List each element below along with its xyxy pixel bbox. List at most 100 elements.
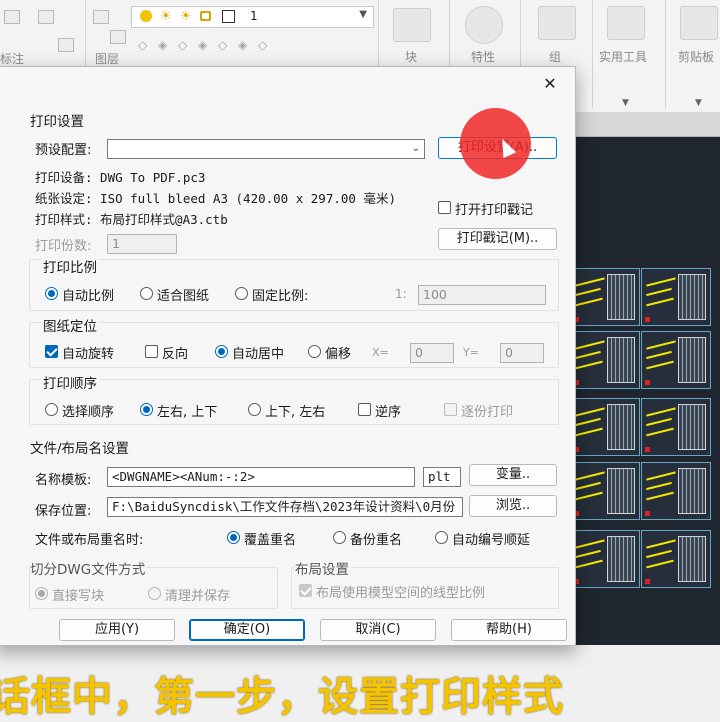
auto-center-radio[interactable] — [215, 345, 228, 358]
layout-thumbnail — [570, 398, 640, 456]
layer-state-icon[interactable] — [110, 30, 126, 44]
offset-y-label: Y= — [463, 346, 479, 359]
layer-tool-icon[interactable]: ◇ — [218, 38, 227, 52]
layout-thumbnail — [641, 530, 711, 588]
ribbon-panel-layer[interactable]: 图层 — [95, 50, 119, 67]
scale-ratio-input[interactable]: 100 — [418, 285, 546, 305]
layer-color-swatch — [222, 10, 235, 23]
click-highlight-marker — [460, 108, 531, 179]
preset-label: 预设配置: — [35, 143, 92, 158]
order-title: 打印顺序 — [41, 372, 99, 392]
collate-checkbox[interactable] — [444, 403, 457, 416]
overwrite-label: 覆盖重名 — [244, 533, 297, 548]
left-right-top-bottom-label: 左右, 上下 — [157, 405, 218, 420]
print-settings-title: 打印设置 — [30, 114, 84, 130]
ribbon-panel-utilities[interactable]: 实用工具 — [599, 48, 647, 65]
layer-freeze-icon: ☀ — [160, 9, 172, 24]
write-block-label: 直接写块 — [52, 589, 105, 604]
name-template-input[interactable]: <DWGNAME><ANum:-:2> — [107, 467, 415, 487]
chevron-down-icon: ⌄ — [411, 143, 420, 154]
layer-tool-icon[interactable]: ◈ — [198, 38, 207, 52]
extension-input[interactable]: plt — [423, 467, 461, 487]
auto-rotate-checkbox[interactable] — [45, 345, 58, 358]
calculator-icon[interactable] — [607, 6, 645, 40]
layer-tool-icon[interactable]: ◇ — [178, 38, 187, 52]
overwrite-radio[interactable] — [227, 531, 240, 544]
write-block-radio[interactable] — [35, 587, 48, 600]
reverse-checkbox[interactable] — [145, 345, 158, 358]
browse-button[interactable]: 浏览.. — [469, 495, 557, 517]
layer-tool-icon[interactable]: ◇ — [138, 38, 147, 52]
variable-button[interactable]: 变量.. — [469, 464, 557, 486]
cut-title: 切分DWG文件方式 — [30, 558, 148, 578]
block-icon[interactable] — [393, 8, 431, 42]
print-device-line: 打印设备: DWG To PDF.pc3 — [35, 170, 206, 185]
reverse-order-label: 逆序 — [375, 405, 402, 420]
copies-input[interactable]: 1 — [107, 234, 177, 254]
offset-y-input[interactable]: 0 — [500, 343, 544, 363]
auto-scale-radio[interactable] — [45, 287, 58, 300]
dialog-title-bar — [0, 67, 575, 101]
preset-combo[interactable]: ⌄ — [107, 139, 425, 159]
fit-paper-radio[interactable] — [140, 287, 153, 300]
properties-icon[interactable] — [465, 6, 503, 44]
offset-label: 偏移 — [325, 347, 352, 362]
clean-save-label: 清理并保存 — [165, 589, 231, 604]
subtitle-text: 话框中，第一步，设置打印样式 — [0, 674, 564, 720]
selection-order-radio[interactable] — [45, 403, 58, 416]
auto-number-radio[interactable] — [435, 531, 448, 544]
clean-save-radio[interactable] — [148, 587, 161, 600]
top-bottom-left-right-radio[interactable] — [248, 403, 261, 416]
fixed-scale-radio[interactable] — [235, 287, 248, 300]
help-button[interactable]: 帮助(H) — [451, 619, 567, 641]
ribbon-panel-annotate[interactable]: 标注 — [0, 50, 24, 67]
position-title: 图纸定位 — [41, 315, 99, 335]
save-location-label: 保存位置: — [35, 504, 92, 519]
save-location-input[interactable]: F:\BaiduSyncdisk\工作文件存档\2023年设计资料\0月份 — [107, 497, 463, 517]
layer-tool-icon[interactable]: ◈ — [238, 38, 247, 52]
left-right-top-bottom-radio[interactable] — [140, 403, 153, 416]
chevron-down-icon[interactable]: ▼ — [695, 98, 702, 108]
offset-radio[interactable] — [308, 345, 321, 358]
ok-button[interactable]: 确定(O) — [189, 619, 305, 641]
close-icon[interactable]: ✕ — [539, 74, 561, 94]
open-stamp-checkbox[interactable] — [438, 201, 451, 214]
layout-thumbnail — [570, 530, 640, 588]
apply-button[interactable]: 应用(Y) — [59, 619, 175, 641]
layer-properties-icon[interactable] — [93, 10, 109, 24]
linear-dimension-icon[interactable] — [38, 10, 54, 24]
rename-label: 文件或布局重名时: — [35, 533, 144, 548]
chevron-down-icon[interactable]: ▼ — [622, 98, 629, 108]
ribbon-panel-block[interactable]: 块 — [405, 48, 417, 65]
layer-tool-icon[interactable]: ◇ — [258, 38, 267, 52]
backup-radio[interactable] — [333, 531, 346, 544]
reverse-label: 反向 — [162, 347, 189, 362]
leader-icon[interactable] — [58, 38, 74, 52]
offset-x-input[interactable]: 0 — [410, 343, 454, 363]
clipboard-icon[interactable] — [680, 6, 718, 40]
print-stamp-button[interactable]: 打印戳记(M).. — [438, 228, 557, 250]
scale-title: 打印比例 — [41, 256, 99, 276]
auto-rotate-label: 自动旋转 — [62, 347, 115, 362]
layer-tool-icon[interactable]: ◈ — [158, 38, 167, 52]
dimension-icon[interactable] — [4, 10, 20, 24]
group-icon[interactable] — [538, 6, 576, 40]
top-bottom-left-right-label: 上下, 左右 — [265, 405, 326, 420]
model-linetype-checkbox[interactable] — [299, 584, 312, 597]
scale-ratio-prefix: 1: — [395, 287, 407, 301]
ribbon-panel-clipboard[interactable]: 剪贴板 — [678, 48, 714, 65]
fit-paper-label: 适合图纸 — [157, 289, 210, 304]
auto-number-label: 自动编号顺延 — [452, 533, 531, 548]
reverse-order-checkbox[interactable] — [358, 403, 371, 416]
layer-on-icon — [140, 10, 152, 22]
cancel-button[interactable]: 取消(C) — [320, 619, 436, 641]
chevron-down-icon: ▼ — [359, 9, 367, 20]
ribbon-panel-group[interactable]: 组 — [549, 48, 561, 65]
selection-order-label: 选择顺序 — [62, 405, 115, 420]
name-template-label: 名称模板: — [35, 473, 92, 488]
layout-thumbnail — [641, 268, 711, 326]
ribbon-panel-properties[interactable]: 特性 — [471, 48, 495, 65]
drawing-tab-bar — [565, 113, 720, 137]
layout-title: 布局设置 — [295, 558, 351, 578]
layer-combo[interactable]: ☀ ☀ 1 ▼ — [131, 6, 374, 28]
